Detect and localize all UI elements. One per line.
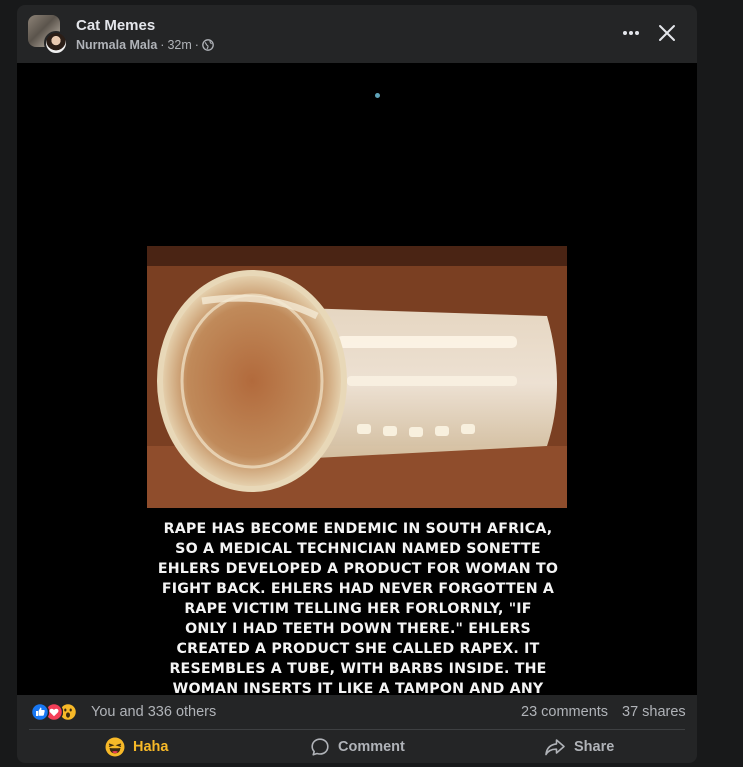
reactions-summary[interactable]: You and 336 others (91, 704, 216, 720)
meme-caption-line: EHLERS DEVELOPED A PRODUCT FOR WOMAN TO (157, 561, 559, 577)
post-meta: Nurmala Mala · 32m · (76, 38, 214, 52)
author-avatar[interactable] (44, 31, 68, 55)
globe-icon (202, 39, 214, 51)
group-name-link[interactable]: Cat Memes (76, 17, 155, 34)
reactions-row: You and 336 others 23 comments 37 shares (17, 695, 697, 729)
author-name-link[interactable]: Nurmala Mala (76, 38, 157, 52)
meme-caption-line: RESEMBLES A TUBE, WITH BARBS INSIDE. THE (169, 661, 547, 677)
meme-caption-line: FIGHT BACK. EHLERS HAD NEVER FORGOTTEN A (161, 581, 555, 597)
post-header: Cat Memes Nurmala Mala · 32m · (17, 5, 697, 63)
meme-caption: RAPE HAS BECOME ENDEMIC IN SOUTH AFRICA,… (153, 519, 563, 695)
share-button[interactable]: Share (544, 730, 614, 763)
haha-reaction-icon (105, 737, 125, 756)
meme-caption-line: SO A MEDICAL TECHNICIAN NAMED SONETTE (175, 541, 541, 557)
like-reaction-icon (31, 703, 49, 721)
post-time-link[interactable]: 32m (167, 38, 191, 52)
meme-image[interactable]: RAPE HAS BECOME ENDEMIC IN SOUTH AFRICA,… (147, 239, 567, 695)
post-card: Cat Memes Nurmala Mala · 32m · RAPE HAS … (17, 5, 697, 763)
avatar-group[interactable] (28, 15, 68, 55)
share-label: Share (574, 738, 615, 755)
meta-separator: · (194, 38, 199, 52)
meme-caption-line: RAPE HAS BECOME ENDEMIC IN SOUTH AFRICA, (163, 521, 553, 537)
haha-label: Haha (133, 738, 169, 755)
loading-indicator (375, 93, 380, 98)
more-dots-icon (623, 31, 639, 35)
more-options-button[interactable] (617, 21, 645, 45)
shares-count[interactable]: 37 shares (622, 704, 686, 720)
post-media[interactable]: RAPE HAS BECOME ENDEMIC IN SOUTH AFRICA,… (17, 63, 697, 695)
meme-photo (147, 246, 567, 508)
comment-button[interactable]: Comment (310, 730, 405, 763)
meme-caption-line: WOMAN INSERTS IT LIKE A TAMPON AND ANY (172, 681, 544, 695)
action-bar: Haha Comment Share (17, 730, 697, 763)
meme-caption-line: CREATED A PRODUCT SHE CALLED RAPEX. IT (176, 641, 540, 657)
close-icon (659, 25, 675, 41)
meme-caption-line: ONLY I HAD TEETH DOWN THERE." EHLERS (185, 621, 531, 637)
meta-separator: · (160, 38, 165, 52)
comment-label: Comment (338, 738, 405, 755)
haha-button[interactable]: Haha (105, 730, 168, 763)
meme-caption-line: RAPE VICTIM TELLING HER FORLORNLY, "IF (184, 601, 532, 617)
reaction-icons[interactable] (31, 703, 87, 721)
comment-icon (311, 737, 329, 756)
close-button[interactable] (655, 21, 679, 45)
comments-count[interactable]: 23 comments (521, 704, 608, 720)
share-icon (545, 738, 565, 755)
